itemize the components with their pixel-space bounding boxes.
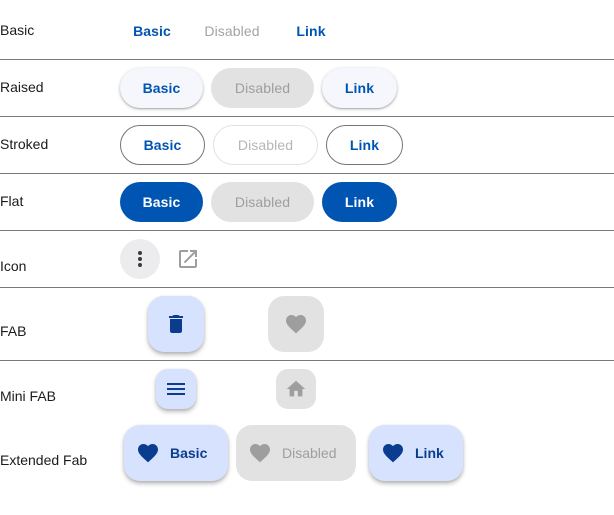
open-in-new-button bbox=[168, 239, 208, 279]
row-label-mini-fab: Mini FAB bbox=[0, 388, 57, 404]
row-divider bbox=[0, 173, 614, 174]
row-label-basic: Basic bbox=[0, 22, 35, 38]
favorite-icon bbox=[250, 444, 270, 463]
delete-fab-button[interactable] bbox=[148, 296, 204, 352]
favorite-icon bbox=[138, 444, 158, 463]
favorite-fab-button-disabled bbox=[268, 296, 324, 352]
basic-raised-button[interactable]: Basic bbox=[120, 68, 203, 108]
row-divider bbox=[0, 230, 614, 231]
extended-fab-label: Disabled bbox=[282, 445, 337, 461]
link-raised-button[interactable]: Link bbox=[322, 68, 397, 108]
row-label-flat: Flat bbox=[0, 193, 24, 209]
home-mini-fab-button-disabled bbox=[276, 369, 316, 409]
more-vert-icon bbox=[138, 251, 142, 267]
menu-icon bbox=[167, 383, 185, 395]
favorite-icon bbox=[383, 444, 403, 463]
more-options-button[interactable] bbox=[120, 239, 160, 279]
open-in-new-icon bbox=[179, 250, 197, 268]
link-stroked-button[interactable]: Link bbox=[326, 125, 403, 165]
row-label-icon: Icon bbox=[0, 258, 27, 274]
row-divider bbox=[0, 59, 614, 60]
row-label-stroked: Stroked bbox=[0, 136, 49, 152]
basic-flat-button[interactable]: Basic bbox=[120, 182, 203, 222]
row-divider bbox=[0, 360, 614, 361]
disabled-text-button: Disabled bbox=[196, 11, 268, 51]
favorite-icon bbox=[286, 315, 306, 334]
basic-extended-fab-button[interactable]: Basic bbox=[124, 425, 228, 481]
disabled-stroked-button: Disabled bbox=[213, 125, 318, 165]
link-flat-button[interactable]: Link bbox=[322, 182, 397, 222]
delete-icon bbox=[169, 315, 183, 333]
row-label-raised: Raised bbox=[0, 79, 44, 95]
extended-fab-label: Link bbox=[415, 445, 444, 461]
home-icon bbox=[286, 380, 306, 397]
row-label-fab: FAB bbox=[0, 323, 27, 339]
link-extended-fab-button[interactable]: Link bbox=[369, 425, 463, 481]
disabled-extended-fab-button: Disabled bbox=[236, 425, 356, 481]
row-divider bbox=[0, 287, 614, 288]
row-label-extended-fab: Extended Fab bbox=[0, 452, 88, 468]
basic-stroked-button[interactable]: Basic bbox=[120, 125, 205, 165]
row-divider bbox=[0, 116, 614, 117]
link-text-button[interactable]: Link bbox=[287, 11, 335, 51]
disabled-raised-button: Disabled bbox=[211, 68, 314, 108]
extended-fab-label: Basic bbox=[170, 445, 208, 461]
basic-text-button[interactable]: Basic bbox=[124, 11, 180, 51]
menu-mini-fab-button[interactable] bbox=[156, 369, 196, 409]
disabled-flat-button: Disabled bbox=[211, 182, 314, 222]
